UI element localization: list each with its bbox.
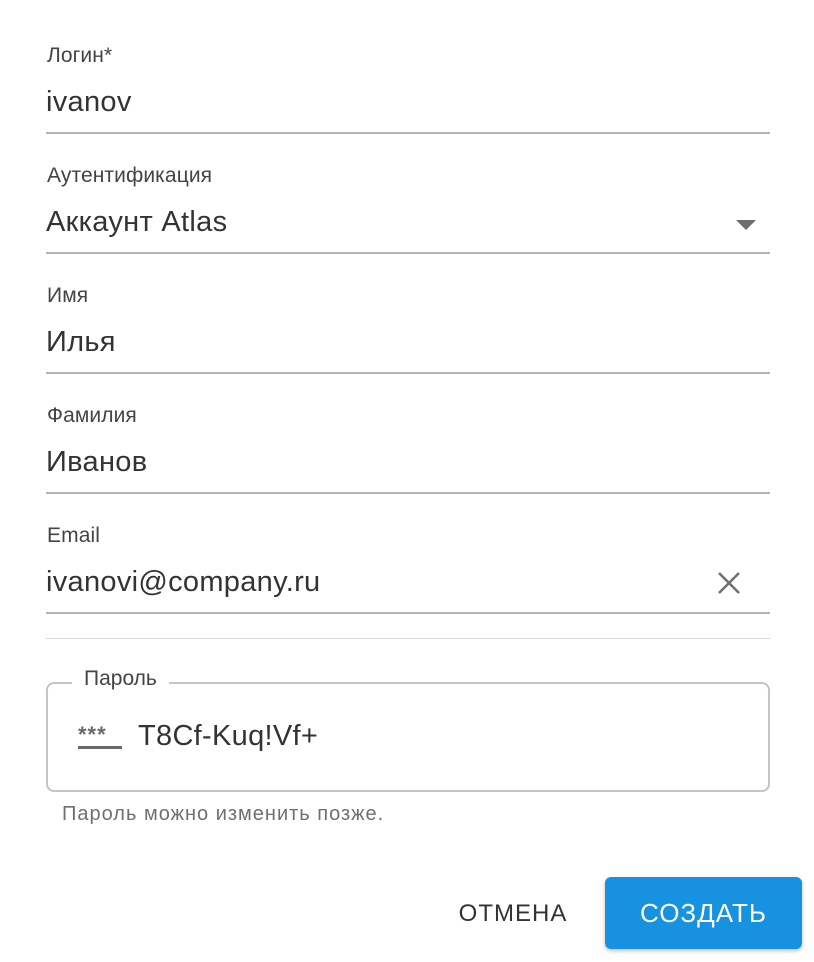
last-name-label: Фамилия bbox=[47, 404, 137, 427]
auth-select[interactable]: Аутентификация Аккаунт Atlas bbox=[46, 160, 770, 256]
last-name-field[interactable]: Фамилия Иванов bbox=[46, 400, 770, 496]
login-label: Логин* bbox=[47, 44, 113, 67]
divider bbox=[46, 638, 770, 639]
email-field[interactable]: Email ivanovi@company.ru bbox=[46, 520, 770, 616]
cancel-button[interactable]: ОТМЕНА bbox=[438, 886, 588, 942]
first-name-underline bbox=[46, 372, 770, 374]
last-name-underline bbox=[46, 492, 770, 494]
last-name-input[interactable]: Иванов bbox=[46, 446, 147, 479]
email-label: Email bbox=[47, 524, 101, 547]
password-icon-stars: *** bbox=[78, 722, 107, 747]
password-field[interactable]: Пароль *** T8Cf-Kuq!Vf+ bbox=[46, 667, 770, 792]
login-input[interactable]: ivanov bbox=[46, 86, 132, 119]
password-helper-text: Пароль можно изменить позже. bbox=[62, 803, 385, 825]
auth-underline bbox=[46, 252, 770, 254]
login-underline bbox=[46, 132, 770, 134]
create-button[interactable]: СОЗДАТЬ bbox=[605, 877, 802, 949]
first-name-input[interactable]: Илья bbox=[46, 326, 116, 359]
first-name-field[interactable]: Имя Илья bbox=[46, 280, 770, 376]
auth-value[interactable]: Аккаунт Atlas bbox=[46, 206, 227, 239]
close-icon[interactable] bbox=[714, 568, 744, 598]
password-visibility-icon[interactable]: *** bbox=[78, 722, 124, 754]
email-input[interactable]: ivanovi@company.ru bbox=[46, 566, 320, 599]
password-icon-bar bbox=[78, 746, 122, 749]
email-underline bbox=[46, 612, 770, 614]
first-name-label: Имя bbox=[47, 284, 89, 307]
password-input[interactable]: T8Cf-Kuq!Vf+ bbox=[138, 720, 318, 753]
dropdown-arrow-icon[interactable] bbox=[736, 220, 756, 230]
password-label: Пароль bbox=[72, 667, 169, 691]
auth-label: Аутентификация bbox=[47, 164, 213, 187]
login-field[interactable]: Логин* ivanov bbox=[46, 40, 770, 136]
